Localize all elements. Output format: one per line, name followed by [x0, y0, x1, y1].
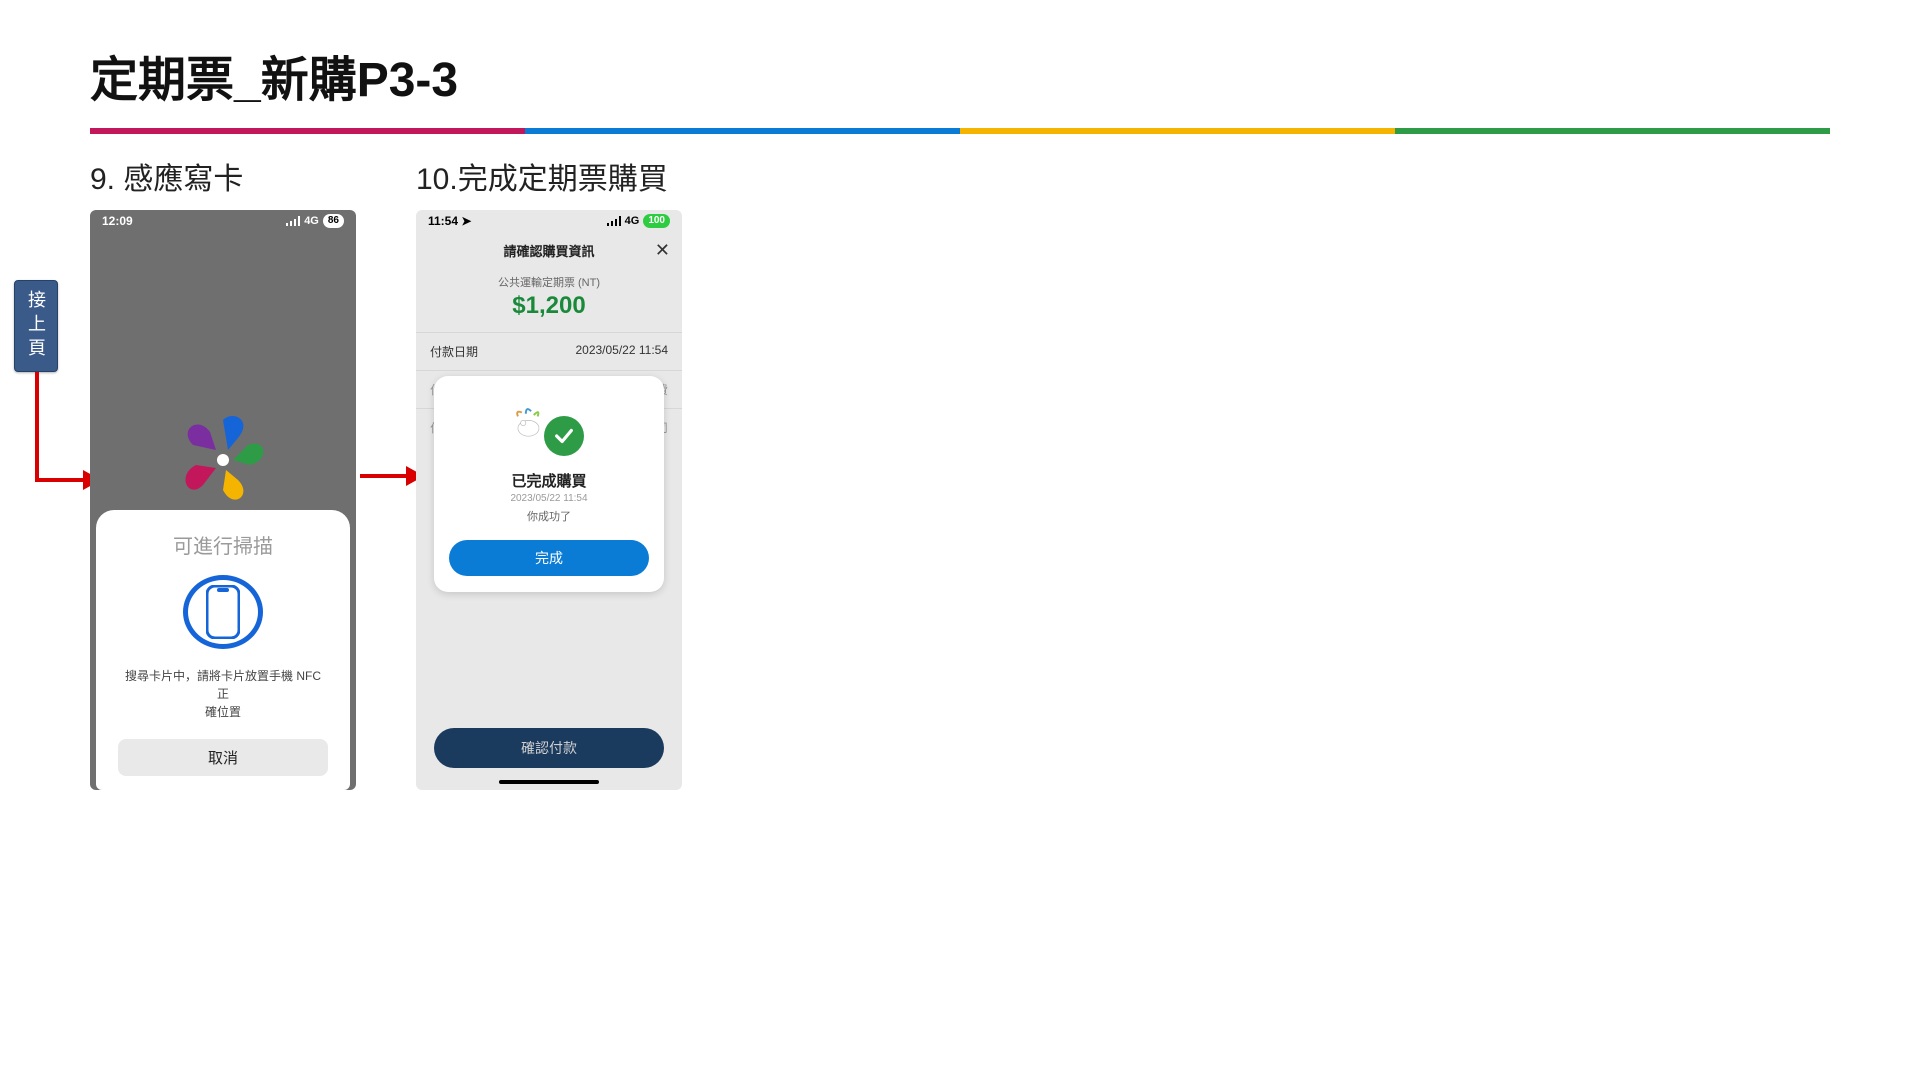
phone2-statusbar: 11:54 ➤ 4G 100	[416, 210, 682, 232]
confirm-payment-label: 確認付款	[521, 738, 577, 758]
nfc-sheet-title: 可進行掃描	[173, 530, 273, 559]
phone2-net: 4G	[625, 215, 640, 227]
cancel-button-label: 取消	[208, 747, 238, 768]
phone2-battery: 100	[643, 214, 670, 228]
phone1-time: 12:09	[102, 214, 133, 228]
phone2-time: 11:54	[428, 214, 458, 228]
signal-icon	[286, 216, 300, 226]
phone-2: 11:54 ➤ 4G 100 請確認購買資訊 ✕ 公共運輸定期票 (NT) $1…	[416, 210, 682, 790]
phone-1: 12:09 4G 86	[90, 210, 356, 790]
step-9-label: 9. 感應寫卡	[90, 154, 356, 198]
success-graphic	[514, 400, 584, 456]
signal-icon	[607, 216, 621, 226]
confirm-payment-button[interactable]: 確認付款	[434, 728, 664, 768]
nfc-scan-sheet: 可進行掃描 搜尋卡片中，請將卡片放置手機 NFC 正 確位置 取消	[96, 510, 350, 790]
home-indicator	[499, 780, 599, 784]
cancel-button[interactable]: 取消	[118, 739, 328, 776]
phone1-statusbar: 12:09 4G 86	[90, 210, 356, 232]
phone1-status-right: 4G 86	[286, 214, 344, 228]
nfc-phone-icon	[183, 575, 263, 649]
phone1-battery: 86	[323, 214, 344, 228]
slide-root: 定期票_新購P3-3 接上頁 9. 感應寫卡 12:09 4G 86	[0, 0, 1920, 1080]
steps-row: 9. 感應寫卡 12:09 4G 86	[90, 154, 1830, 790]
pay-date-row: 付款日期 2023/05/22 11:54	[416, 332, 682, 370]
product-name: 公共運輸定期票 (NT)	[416, 274, 682, 290]
pay-date-value: 2023/05/22 11:54	[575, 343, 668, 360]
slide-title: 定期票_新購P3-3	[90, 40, 1830, 110]
nfc-instruction-text: 搜尋卡片中，請將卡片放置手機 NFC 正 確位置	[118, 667, 328, 721]
phone2-header: 請確認購買資訊 ✕	[416, 232, 682, 268]
step-10-label: 10.完成定期票購買	[416, 154, 682, 198]
previous-page-label: 接上頁	[23, 290, 49, 362]
phone2-status-right: 4G 100	[607, 214, 670, 228]
color-divider	[90, 128, 1830, 134]
phone2-status-left: 11:54 ➤	[428, 214, 471, 228]
pay-date-label: 付款日期	[430, 343, 478, 360]
previous-page-chip: 接上頁	[14, 280, 58, 372]
step-9-column: 9. 感應寫卡 12:09 4G 86	[90, 154, 356, 790]
success-timestamp: 2023/05/22 11:54	[510, 493, 587, 504]
success-title: 已完成購買	[511, 470, 586, 491]
step-10-column: 10.完成定期票購買 11:54 ➤ 4G 100 請確認購買資訊 ✕	[416, 154, 682, 790]
location-icon: ➤	[461, 214, 471, 228]
checkmark-icon	[544, 416, 584, 456]
easycard-logo-icon	[178, 410, 268, 510]
close-icon[interactable]: ✕	[655, 240, 670, 261]
complete-button[interactable]: 完成	[449, 540, 649, 576]
phone1-net: 4G	[304, 215, 319, 227]
complete-button-label: 完成	[535, 548, 563, 568]
success-subtitle: 你成功了	[527, 508, 571, 524]
product-price: $1,200	[416, 292, 682, 320]
phone2-header-title: 請確認購買資訊	[503, 241, 594, 260]
success-modal: 已完成購買 2023/05/22 11:54 你成功了 完成	[434, 376, 664, 592]
